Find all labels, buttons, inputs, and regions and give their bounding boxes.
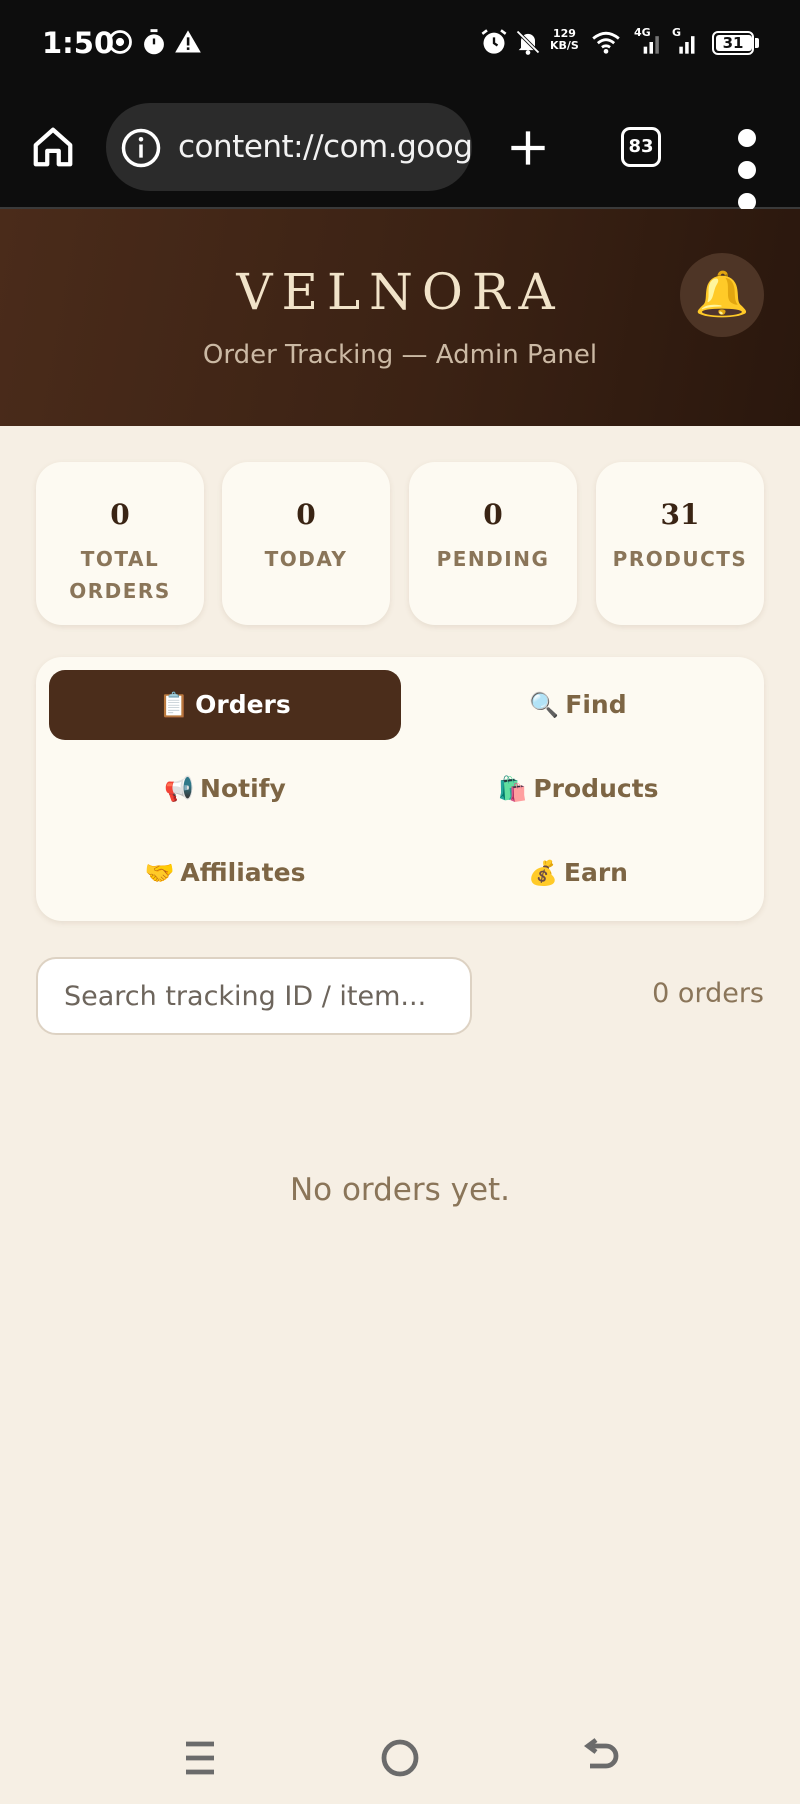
recents-button[interactable] bbox=[176, 1734, 224, 1782]
chrome-icon bbox=[106, 28, 134, 56]
shopping-bags-icon: 🛍️ bbox=[497, 775, 528, 803]
app-header: VELNORA Order Tracking — Admin Panel 🔔 bbox=[0, 209, 800, 426]
home-button[interactable] bbox=[30, 124, 76, 170]
stat-label: PENDING bbox=[436, 547, 550, 571]
url-text[interactable]: content://com.googl bbox=[178, 129, 472, 165]
signal-g-label: G bbox=[672, 26, 682, 39]
tab-affiliates[interactable]: 🤝 Affiliates bbox=[49, 838, 401, 908]
tab-switcher-button[interactable]: 83 bbox=[621, 127, 661, 167]
section-tabs: 📋 Orders 🔍 Find 📢 Notify 🛍️ Products 🤝 Affili… bbox=[36, 657, 764, 921]
tab-products[interactable]: 🛍️ Products bbox=[402, 754, 754, 824]
home-nav-button[interactable] bbox=[376, 1734, 424, 1782]
alarm-icon bbox=[480, 28, 508, 56]
tab-orders[interactable]: 📋 Orders bbox=[49, 670, 401, 740]
more-vertical-icon bbox=[738, 129, 756, 211]
net-speed: 129 KB/S bbox=[550, 28, 579, 52]
handshake-icon: 🤝 bbox=[144, 859, 175, 887]
search-input[interactable] bbox=[64, 959, 454, 1033]
stat-value: 0 bbox=[296, 498, 316, 531]
stat-label: TOTAL ORDERS bbox=[69, 547, 171, 603]
wifi-icon bbox=[590, 28, 622, 56]
status-time: 1:50 bbox=[42, 26, 115, 60]
stat-label: PRODUCTS bbox=[612, 547, 748, 571]
page-subtitle: Order Tracking — Admin Panel bbox=[202, 340, 598, 370]
tab-find[interactable]: 🔍 Find bbox=[402, 670, 754, 740]
empty-state-message: No orders yet. bbox=[289, 1172, 511, 1208]
browser-toolbar: content://com.googl 83 bbox=[0, 88, 800, 211]
status-bar: 1:50 129 KB/S 4G G 31 bbox=[0, 0, 800, 88]
timer-icon bbox=[140, 28, 168, 56]
tab-label: Products bbox=[533, 774, 659, 803]
stat-label: TODAY bbox=[264, 547, 348, 571]
plus-icon bbox=[511, 131, 545, 165]
overflow-menu-button[interactable] bbox=[735, 126, 759, 211]
stat-value: 31 bbox=[660, 498, 700, 531]
tab-label: Orders bbox=[195, 690, 291, 719]
info-icon[interactable] bbox=[120, 127, 162, 169]
tab-label: Notify bbox=[200, 774, 286, 803]
home-icon bbox=[33, 127, 73, 167]
search-field[interactable] bbox=[36, 957, 472, 1035]
order-count: 0 orders bbox=[652, 978, 764, 1009]
tab-label: Find bbox=[565, 690, 627, 719]
battery-level: 31 bbox=[722, 34, 744, 52]
back-arrow-icon bbox=[584, 1738, 619, 1769]
tab-label: Affiliates bbox=[180, 858, 306, 887]
notifications-button[interactable]: 🔔 bbox=[680, 253, 764, 337]
stat-value: 0 bbox=[110, 498, 130, 531]
system-nav-bar bbox=[0, 1712, 800, 1804]
battery-tip bbox=[755, 38, 759, 48]
battery-icon: 31 bbox=[712, 31, 754, 55]
signal-4g-label: 4G bbox=[634, 26, 651, 39]
warning-icon bbox=[174, 28, 202, 56]
back-button[interactable] bbox=[576, 1734, 624, 1782]
stat-card-today: 0 TODAY bbox=[222, 462, 390, 625]
money-bag-icon: 💰 bbox=[528, 859, 558, 887]
new-tab-button[interactable] bbox=[508, 128, 548, 168]
tab-label: Earn bbox=[563, 858, 628, 887]
megaphone-icon: 📢 bbox=[164, 775, 195, 803]
tab-earn[interactable]: 💰 Earn bbox=[402, 838, 754, 908]
circle-home-icon bbox=[381, 1739, 419, 1777]
bell-icon: 🔔 bbox=[694, 270, 750, 319]
stat-card-total-orders: 0 TOTAL ORDERS bbox=[36, 462, 204, 625]
tab-notify[interactable]: 📢 Notify bbox=[49, 754, 401, 824]
stat-value: 0 bbox=[483, 498, 503, 531]
bell-off-icon bbox=[514, 28, 542, 56]
menu-lines-icon bbox=[186, 1741, 214, 1775]
net-speed-unit: KB/S bbox=[550, 39, 579, 52]
stat-card-pending: 0 PENDING bbox=[409, 462, 577, 625]
address-bar[interactable]: content://com.googl bbox=[106, 103, 472, 191]
magnifier-icon: 🔍 bbox=[529, 691, 560, 719]
clipboard-icon: 📋 bbox=[159, 691, 190, 719]
stat-card-products: 31 PRODUCTS bbox=[596, 462, 764, 625]
